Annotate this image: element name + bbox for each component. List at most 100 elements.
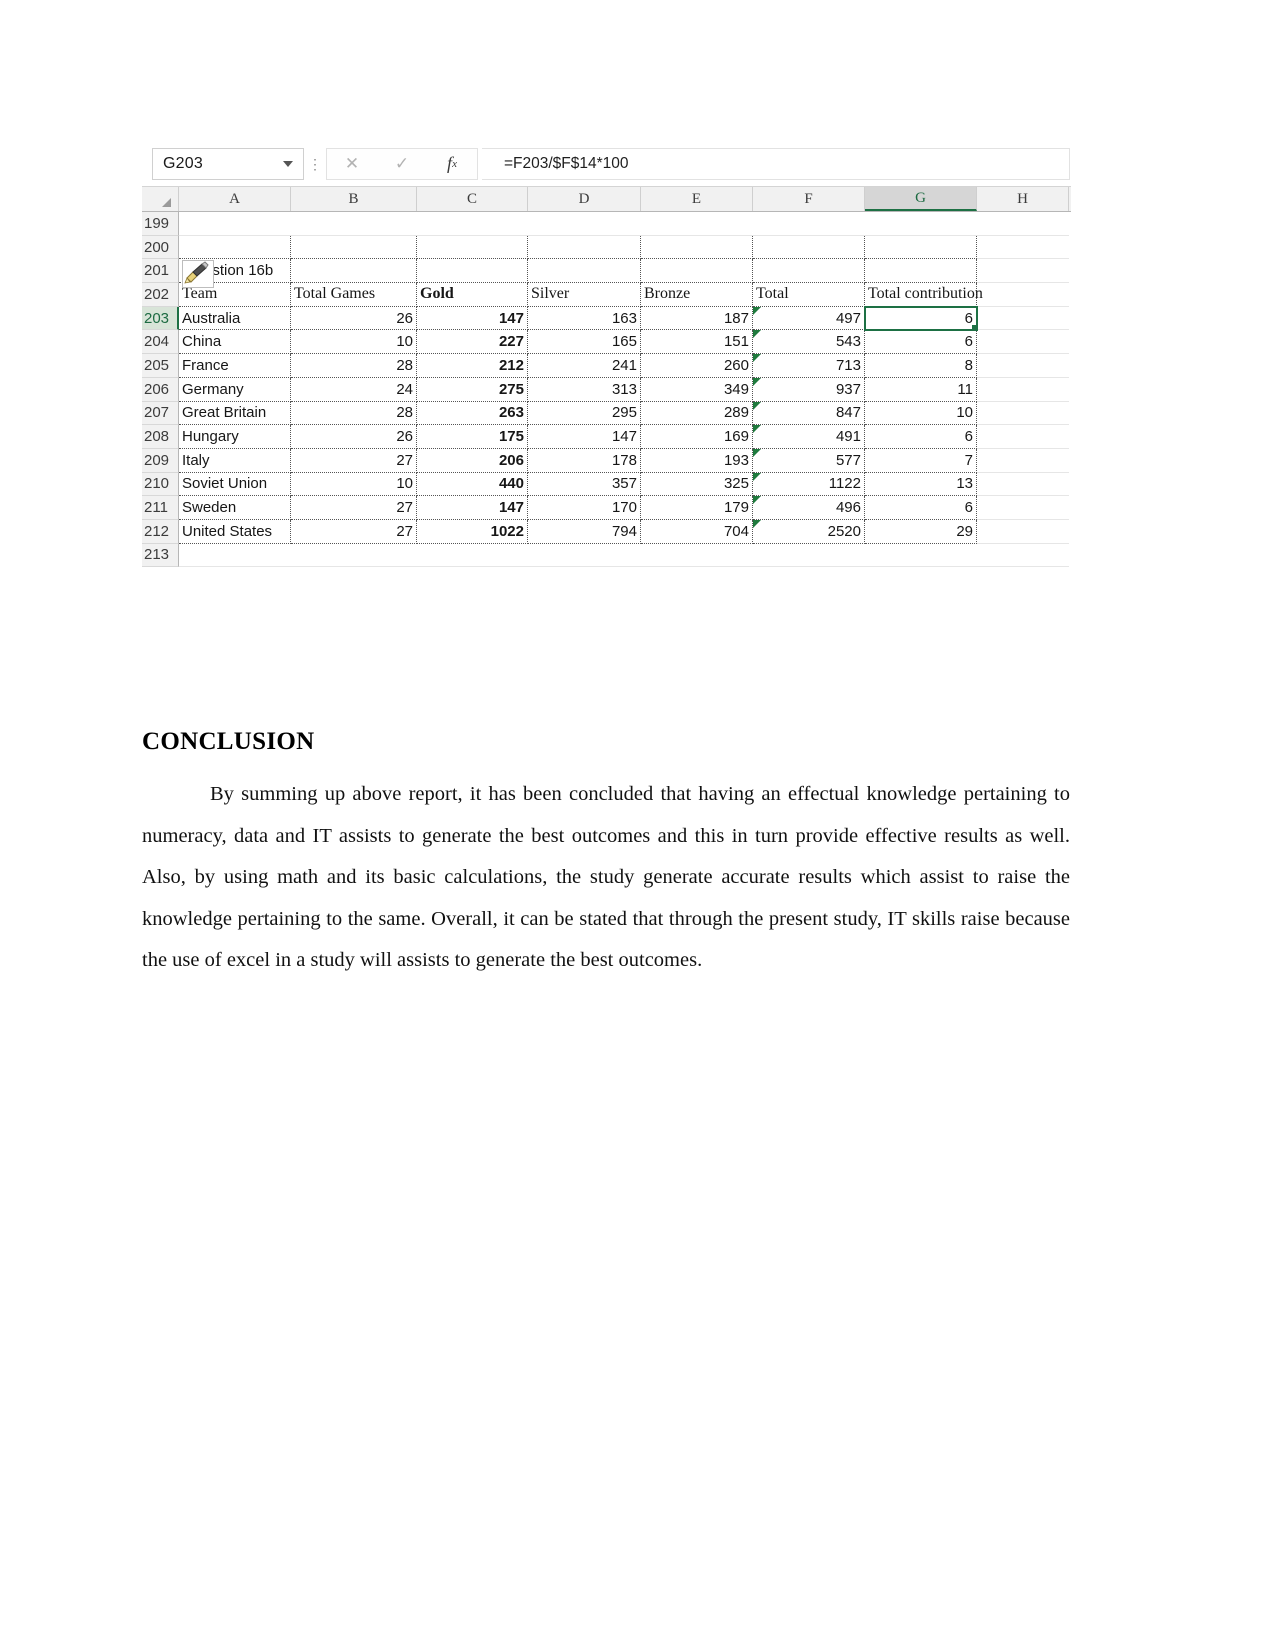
cell-e211[interactable]: 179	[641, 496, 753, 520]
cell-f207[interactable]: 847	[753, 401, 865, 426]
cell-e201[interactable]	[641, 259, 753, 284]
cell-b204[interactable]: 10	[291, 330, 417, 355]
cell-f209[interactable]: 577	[753, 448, 865, 473]
cell-a209[interactable]: Italy	[179, 448, 291, 473]
cell-f202-header-total[interactable]: Total	[753, 283, 865, 307]
row-header-206[interactable]: 206	[142, 377, 179, 402]
column-header-f[interactable]: F	[753, 187, 865, 211]
cell-f210[interactable]: 1122	[753, 472, 865, 497]
cell-g199[interactable]	[865, 212, 977, 236]
select-all-corner-icon[interactable]	[142, 187, 179, 211]
cell-g212[interactable]: 29	[865, 519, 977, 544]
cell-c200[interactable]	[417, 235, 528, 260]
cell-h208[interactable]	[977, 425, 1069, 449]
cell-d203[interactable]: 163	[528, 306, 641, 331]
cell-f200[interactable]	[753, 235, 865, 260]
cell-h205[interactable]	[977, 354, 1069, 378]
cell-h203[interactable]	[977, 307, 1069, 331]
cell-c201[interactable]	[417, 259, 528, 284]
row-header-211[interactable]: 211	[142, 496, 179, 520]
cell-c209[interactable]: 206	[417, 448, 528, 473]
cell-a199[interactable]	[179, 212, 291, 236]
cell-f205[interactable]: 713	[753, 354, 865, 378]
cell-c210[interactable]: 440	[417, 472, 528, 497]
cell-a210[interactable]: Soviet Union	[179, 472, 291, 497]
cell-b206[interactable]: 24	[291, 377, 417, 402]
cell-g206[interactable]: 11	[865, 377, 977, 402]
cell-e199[interactable]	[641, 212, 753, 236]
cell-e208[interactable]: 169	[641, 425, 753, 449]
confirm-check-icon[interactable]: ✓	[377, 149, 427, 179]
cell-a211[interactable]: Sweden	[179, 496, 291, 520]
cell-a203[interactable]: Australia	[179, 306, 291, 331]
cell-c212[interactable]: 1022	[417, 519, 528, 544]
cell-b207[interactable]: 28	[291, 401, 417, 426]
row-header-208[interactable]: 208	[142, 425, 179, 449]
cell-e212[interactable]: 704	[641, 519, 753, 544]
cell-b199[interactable]	[291, 212, 417, 236]
cell-d202-header-silver[interactable]: Silver	[528, 283, 641, 307]
cell-g204[interactable]: 6	[865, 330, 977, 355]
cell-b212[interactable]: 27	[291, 519, 417, 544]
cell-c208[interactable]: 175	[417, 425, 528, 449]
fx-icon[interactable]: fx	[427, 149, 477, 179]
row-header-210[interactable]: 210	[142, 472, 179, 497]
cell-d211[interactable]: 170	[528, 496, 641, 520]
column-header-c[interactable]: C	[417, 187, 528, 211]
row-header-204[interactable]: 204	[142, 330, 179, 355]
column-header-g[interactable]: G	[865, 187, 977, 211]
cell-b203[interactable]: 26	[291, 306, 417, 331]
cell-c213[interactable]	[417, 544, 528, 568]
cell-h212[interactable]	[977, 520, 1069, 544]
cell-g203[interactable]: 6	[864, 305, 978, 332]
column-header-h[interactable]: H	[977, 187, 1069, 211]
column-header-d[interactable]: D	[528, 187, 641, 211]
cell-f203[interactable]: 497	[753, 306, 865, 331]
cell-d201[interactable]	[528, 259, 641, 284]
cell-h204[interactable]	[977, 330, 1069, 355]
cell-h209[interactable]	[977, 449, 1069, 473]
cell-g210[interactable]: 13	[865, 472, 977, 497]
cell-e200[interactable]	[641, 235, 753, 260]
chevron-down-icon[interactable]	[283, 160, 293, 167]
cell-e203[interactable]: 187	[641, 306, 753, 331]
cell-h206[interactable]	[977, 378, 1069, 402]
cell-c202-header-gold[interactable]: Gold	[417, 283, 528, 307]
cell-a204[interactable]: China	[179, 330, 291, 355]
cell-d213[interactable]	[528, 544, 641, 568]
cell-d210[interactable]: 357	[528, 472, 641, 497]
cell-d204[interactable]: 165	[528, 330, 641, 355]
cell-h199[interactable]	[977, 212, 1069, 236]
row-header-200[interactable]: 200	[142, 235, 179, 260]
column-header-b[interactable]: B	[291, 187, 417, 211]
cell-d209[interactable]: 178	[528, 448, 641, 473]
row-header-205[interactable]: 205	[142, 354, 179, 378]
row-header-199[interactable]: 199	[142, 212, 179, 236]
cell-g213[interactable]	[865, 544, 977, 568]
cell-a200[interactable]	[179, 235, 291, 260]
cell-d199[interactable]	[528, 212, 641, 236]
cell-d208[interactable]: 147	[528, 425, 641, 449]
cell-b211[interactable]: 27	[291, 496, 417, 520]
cell-h202[interactable]	[977, 283, 1069, 307]
cell-h211[interactable]	[977, 496, 1069, 520]
cell-h200[interactable]	[977, 236, 1069, 260]
cell-b213[interactable]	[291, 544, 417, 568]
cell-a207[interactable]: Great Britain	[179, 401, 291, 426]
cell-g211[interactable]: 6	[865, 496, 977, 520]
cell-g205[interactable]: 8	[865, 354, 977, 378]
name-box[interactable]: G203	[152, 147, 304, 180]
cell-a213[interactable]	[179, 544, 291, 568]
row-header-203[interactable]: 203	[142, 306, 179, 331]
cell-b201[interactable]	[291, 259, 417, 284]
cell-b200[interactable]	[291, 235, 417, 260]
cell-b205[interactable]: 28	[291, 354, 417, 378]
cell-d212[interactable]: 794	[528, 519, 641, 544]
cell-e209[interactable]: 193	[641, 448, 753, 473]
cell-e213[interactable]	[641, 544, 753, 568]
row-header-201[interactable]: 201	[142, 259, 179, 284]
cell-b202-header-total-games[interactable]: Total Games	[291, 283, 417, 307]
cell-e206[interactable]: 349	[641, 377, 753, 402]
cell-a205[interactable]: France	[179, 354, 291, 378]
cell-g208[interactable]: 6	[865, 425, 977, 449]
